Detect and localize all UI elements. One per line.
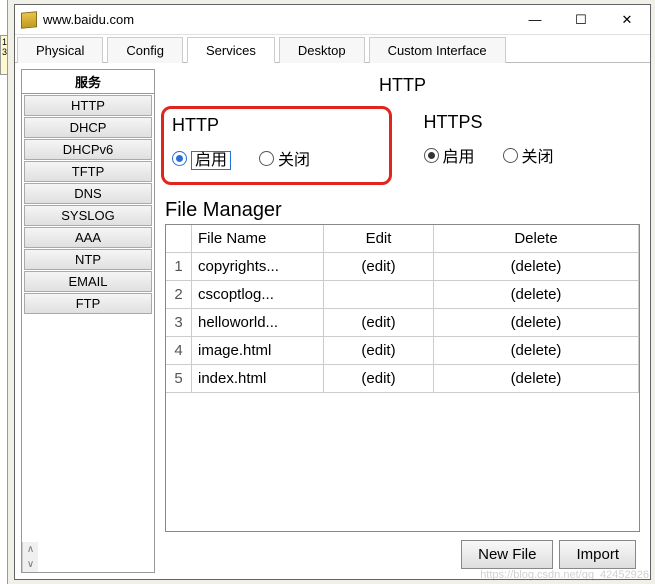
cell-delete[interactable]: (delete) — [434, 309, 639, 337]
tab-desktop[interactable]: Desktop — [279, 37, 365, 63]
titlebar: www.baidu.com — ☐ ✕ — [15, 5, 650, 35]
tab-physical[interactable]: Physical — [17, 37, 103, 63]
table-row[interactable]: 4 image.html (edit) (delete) — [166, 337, 639, 365]
cell-filename: cscoptlog... — [192, 281, 324, 309]
maximize-button[interactable]: ☐ — [558, 6, 604, 34]
table-row[interactable]: 1 copyrights... (edit) (delete) — [166, 253, 639, 281]
sidebar-item-dns[interactable]: DNS — [24, 183, 152, 204]
services-sidebar: 服务 HTTP DHCP DHCPv6 TFTP DNS SYSLOG AAA … — [21, 69, 155, 573]
cell-delete[interactable]: (delete) — [434, 337, 639, 365]
app-window: www.baidu.com — ☐ ✕ Physical Config Serv… — [14, 4, 651, 580]
sidebar-item-http[interactable]: HTTP — [24, 95, 152, 116]
close-button[interactable]: ✕ — [604, 6, 650, 34]
cell-edit[interactable]: (edit) — [324, 253, 434, 281]
background-clutter: 1 3 — [0, 35, 8, 75]
sidebar-item-ftp[interactable]: FTP — [24, 293, 152, 314]
col-delete: Delete — [434, 225, 639, 253]
cell-filename: helloworld... — [192, 309, 324, 337]
sidebar-item-email[interactable]: EMAIL — [24, 271, 152, 292]
minimize-button[interactable]: — — [512, 6, 558, 34]
sidebar-list: HTTP DHCP DHCPv6 TFTP DNS SYSLOG AAA NTP… — [22, 94, 154, 542]
cell-delete[interactable]: (delete) — [434, 365, 639, 393]
cell-delete[interactable]: (delete) — [434, 253, 639, 281]
sidebar-item-syslog[interactable]: SYSLOG — [24, 205, 152, 226]
https-on-radio[interactable]: 启用 — [424, 143, 475, 167]
scroll-down-icon[interactable]: ∨ — [27, 557, 34, 572]
new-file-button[interactable]: New File — [461, 540, 553, 569]
https-off-radio[interactable]: 关闭 — [503, 143, 554, 167]
col-filename: File Name — [192, 225, 324, 253]
page-title: HTTP — [161, 69, 644, 106]
tab-services[interactable]: Services — [187, 37, 275, 63]
http-label: HTTP — [172, 115, 381, 136]
app-icon — [21, 11, 37, 28]
sidebar-scrollbar[interactable]: ∧ ∨ — [22, 542, 38, 572]
cell-filename: image.html — [192, 337, 324, 365]
file-manager-title: File Manager — [161, 199, 644, 224]
cell-filename: copyrights... — [192, 253, 324, 281]
http-fieldset: HTTP 启用 关闭 — [161, 106, 392, 185]
cell-edit[interactable]: (edit) — [324, 365, 434, 393]
https-fieldset: HTTPS 启用 关闭 — [416, 106, 641, 185]
sidebar-item-dhcp[interactable]: DHCP — [24, 117, 152, 138]
import-button[interactable]: Import — [559, 540, 636, 569]
cell-delete[interactable]: (delete) — [434, 281, 639, 309]
http-off-radio[interactable]: 关闭 — [259, 146, 310, 170]
cell-edit[interactable]: (edit) — [324, 309, 434, 337]
main-tabs: Physical Config Services Desktop Custom … — [15, 35, 650, 63]
cell-edit[interactable] — [324, 281, 434, 309]
table-row[interactable]: 2 cscoptlog... (delete) — [166, 281, 639, 309]
file-table: File Name Edit Delete 1 copyrights... (e… — [165, 224, 640, 532]
sidebar-item-ntp[interactable]: NTP — [24, 249, 152, 270]
http-on-radio[interactable]: 启用 — [172, 146, 231, 170]
col-edit: Edit — [324, 225, 434, 253]
table-row[interactable]: 5 index.html (edit) (delete) — [166, 365, 639, 393]
table-header: File Name Edit Delete — [166, 225, 639, 253]
sidebar-header: 服务 — [22, 70, 154, 94]
sidebar-item-aaa[interactable]: AAA — [24, 227, 152, 248]
cell-edit[interactable]: (edit) — [324, 337, 434, 365]
cell-filename: index.html — [192, 365, 324, 393]
main-pane: HTTP HTTP 启用 关闭 HTTPS — [161, 69, 644, 573]
window-title: www.baidu.com — [43, 12, 512, 27]
tab-config[interactable]: Config — [107, 37, 183, 63]
scroll-up-icon[interactable]: ∧ — [27, 542, 34, 557]
sidebar-item-tftp[interactable]: TFTP — [24, 161, 152, 182]
https-label: HTTPS — [424, 112, 633, 133]
sidebar-item-dhcpv6[interactable]: DHCPv6 — [24, 139, 152, 160]
table-row[interactable]: 3 helloworld... (edit) (delete) — [166, 309, 639, 337]
tab-custom-interface[interactable]: Custom Interface — [369, 37, 506, 63]
